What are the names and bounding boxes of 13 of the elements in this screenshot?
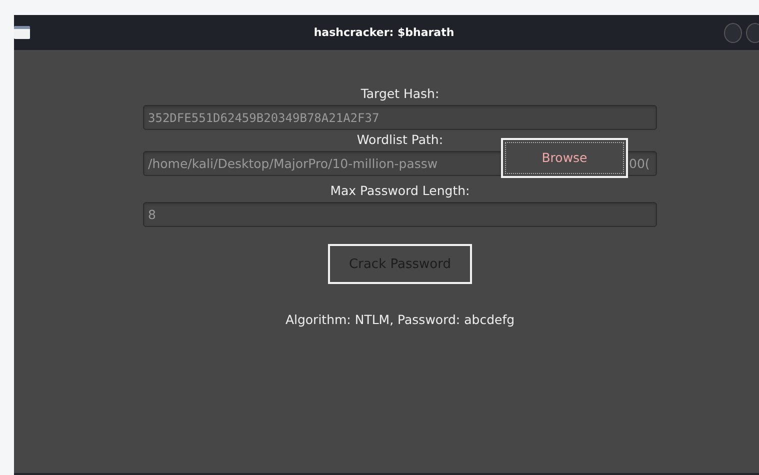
- result-text: Algorithm: NTLM, Password: abcdefg: [285, 312, 515, 327]
- input-field[interactable]: 00(: [628, 151, 657, 176]
- field-label: Wordlist Path:: [356, 131, 444, 149]
- field-label: Max Password Length:: [330, 182, 470, 200]
- window-icon: [14, 26, 30, 39]
- browse-button[interactable]: Browse: [501, 138, 628, 178]
- input-field[interactable]: 8: [143, 202, 657, 227]
- window-control-button[interactable]: [724, 22, 742, 42]
- window-control-button[interactable]: [746, 22, 759, 42]
- input-field[interactable]: /home/kali/Desktop/MajorPro/10-million-passw: [143, 151, 501, 176]
- field-label: Target Hash:: [360, 85, 440, 103]
- input-field[interactable]: 352DFE551D62459B20349B78A21A2F37: [143, 105, 657, 130]
- window-title: hashcracker: $bharath: [312, 26, 456, 39]
